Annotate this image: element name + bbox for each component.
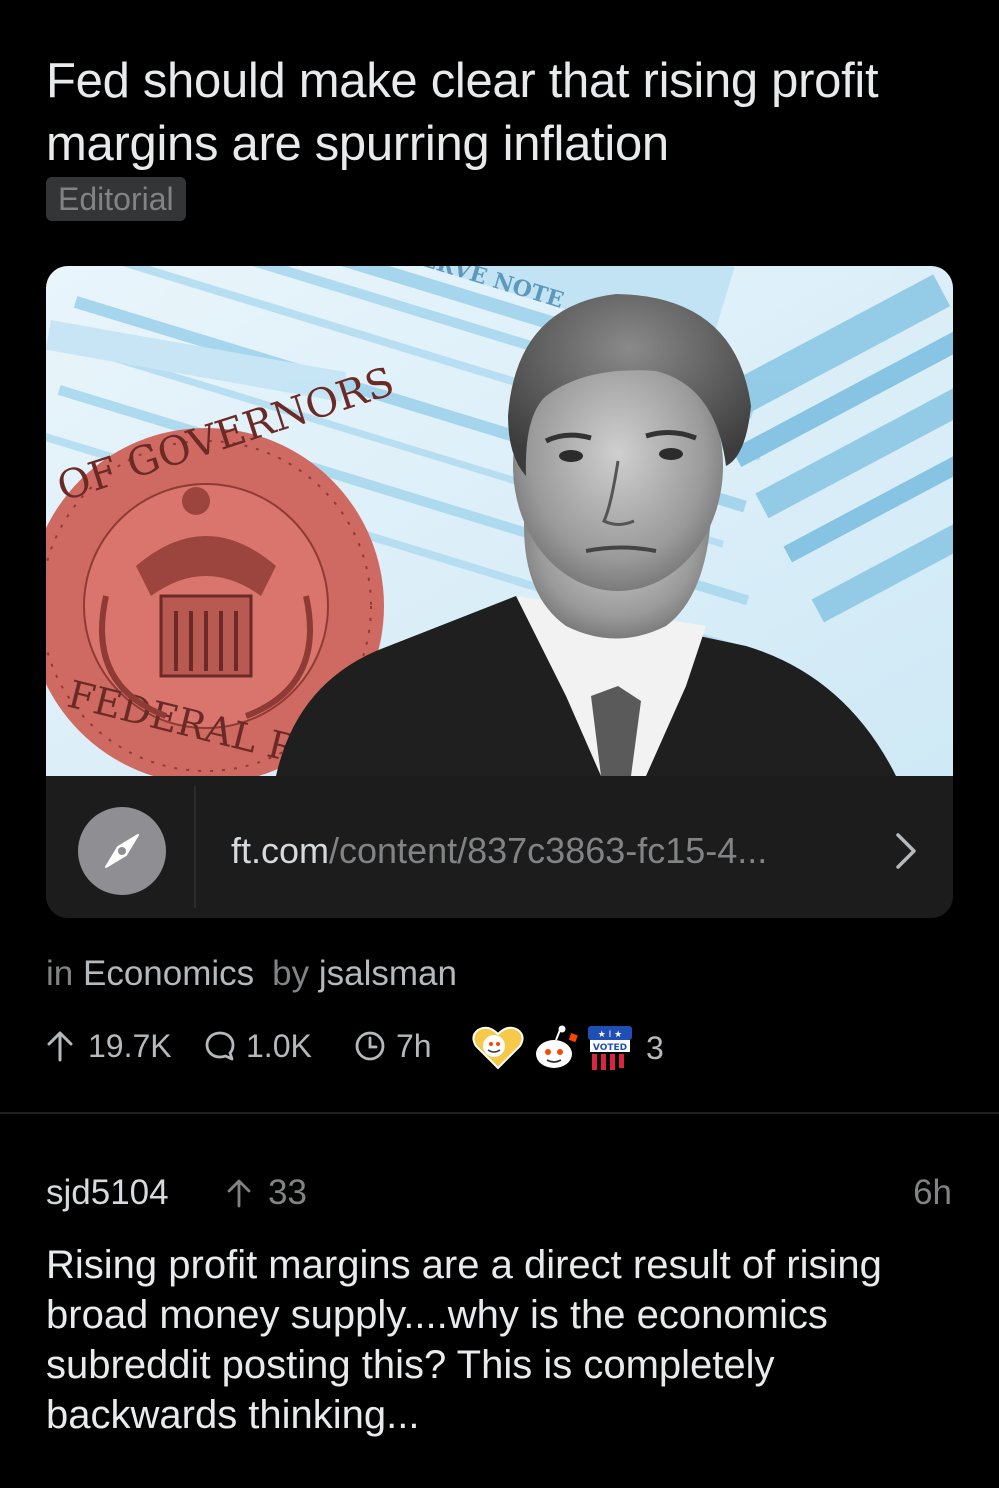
article-thumbnail[interactable]: FEDERAL RESERVE NOTE OF GOVERNORS FEDERA…: [46, 266, 953, 776]
post-meta: in Economics by jsalsman: [46, 952, 457, 996]
link-preview-card[interactable]: FEDERAL RESERVE NOTE OF GOVERNORS FEDERA…: [46, 266, 953, 918]
arrow-up-icon[interactable]: [46, 1030, 74, 1062]
arrow-up-icon[interactable]: [226, 1178, 252, 1208]
voted-award-icon[interactable]: VOTED ★ I ★: [586, 1024, 636, 1072]
link-bar[interactable]: ft.com/content/837c3863-fc15-4...: [46, 776, 953, 918]
comment-author[interactable]: sjd5104: [46, 1170, 169, 1216]
clock-icon: [355, 1031, 385, 1061]
link-url[interactable]: ft.com/content/837c3863-fc15-4...: [231, 829, 767, 873]
helpful-award-icon[interactable]: [530, 1024, 582, 1072]
post-title[interactable]: Fed should make clear that rising profit…: [46, 50, 946, 176]
subreddit-link[interactable]: Economics: [83, 954, 254, 993]
compass-icon: [78, 807, 166, 895]
comment-count: 1.0K: [246, 1028, 312, 1064]
subreddit-prefix: in: [46, 954, 74, 993]
author-prefix: by: [272, 954, 310, 993]
link-path: /content/837c3863-fc15-4...: [329, 830, 768, 871]
post-age: 7h: [396, 1028, 432, 1064]
post-flair: Editorial: [46, 177, 186, 221]
author-link[interactable]: jsalsman: [319, 954, 457, 993]
svg-text:VOTED: VOTED: [593, 1043, 627, 1053]
wholesome-award-icon[interactable]: [470, 1024, 526, 1072]
awards-count: 3: [646, 1030, 664, 1066]
comment-score-value: 33: [268, 1173, 307, 1212]
svg-text:★ I ★: ★ I ★: [598, 1030, 623, 1040]
chevron-right-icon[interactable]: [894, 831, 918, 871]
section-divider: [0, 1112, 999, 1114]
link-domain: ft.com: [231, 830, 330, 871]
comment-body: Rising profit margins are a direct resul…: [46, 1243, 882, 1437]
comment-time: 6h: [913, 1173, 952, 1212]
upvote-count: 19.7K: [88, 1028, 172, 1064]
link-divider: [194, 786, 196, 908]
comment-bubble-icon: [205, 1031, 235, 1061]
